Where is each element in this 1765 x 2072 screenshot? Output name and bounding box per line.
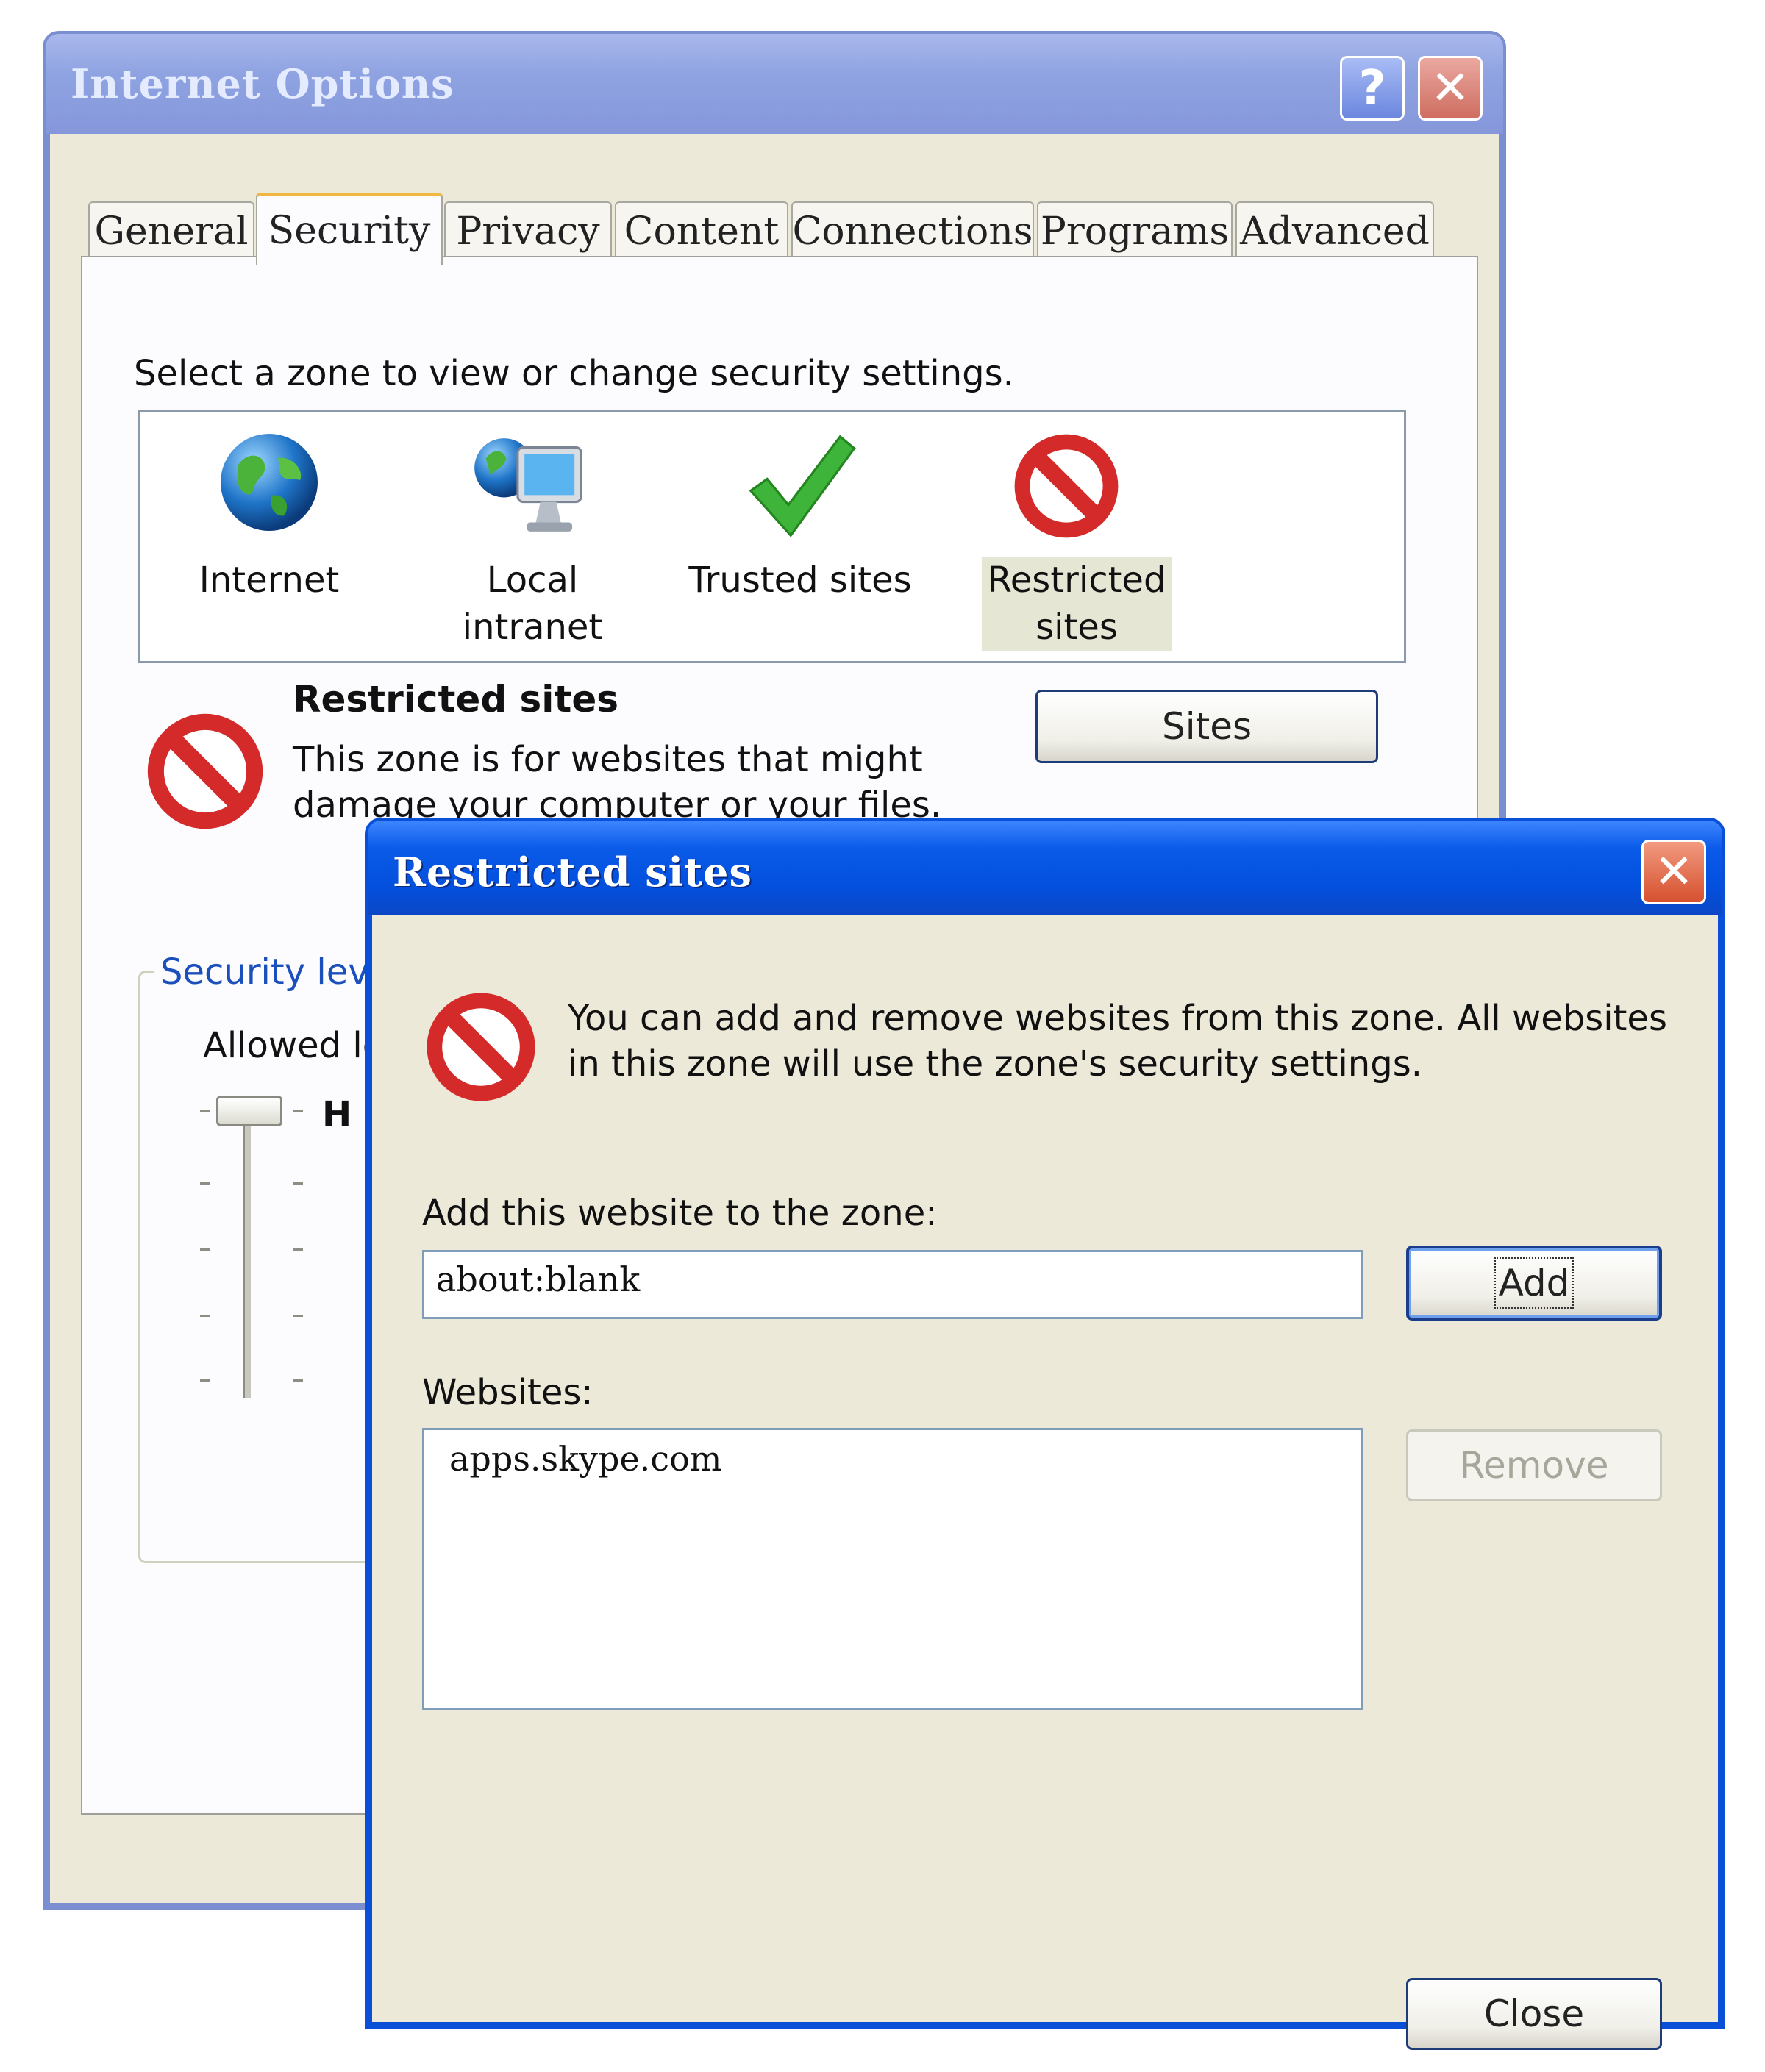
restricted-sites-dialog: Restricted sites ✕ You can add and remov… bbox=[365, 818, 1725, 2050]
no-entry-icon bbox=[147, 713, 263, 829]
tab-connections[interactable]: Connections bbox=[791, 201, 1034, 260]
tab-advanced[interactable]: Advanced bbox=[1236, 201, 1434, 260]
close-dialog-button[interactable]: Close bbox=[1406, 1978, 1662, 2050]
zone-label: Trusted sites bbox=[688, 560, 912, 601]
security-level-name: H bbox=[322, 1094, 352, 1135]
zone-prompt: Select a zone to view or change security… bbox=[134, 353, 1014, 394]
close-icon: ✕ bbox=[1430, 61, 1470, 115]
slider-tick bbox=[293, 1315, 303, 1317]
security-level-caption: Security lev bbox=[154, 951, 375, 993]
zone-list: Internet Local intranet Trusted sites Re… bbox=[138, 410, 1406, 663]
slider-tick bbox=[293, 1110, 303, 1112]
tab-programs[interactable]: Programs bbox=[1037, 201, 1233, 260]
add-button[interactable]: Add bbox=[1406, 1246, 1662, 1321]
no-entry-icon bbox=[1014, 434, 1119, 538]
zone-trusted-sites[interactable]: Trusted sites bbox=[679, 412, 921, 665]
zone-label: Internet bbox=[199, 560, 340, 601]
dialog-title: Restricted sites bbox=[393, 849, 752, 896]
help-icon: ? bbox=[1358, 61, 1386, 115]
selected-zone-description: This zone is for websites that might dam… bbox=[293, 739, 942, 826]
close-button-label: Close bbox=[1483, 1993, 1585, 2035]
zone-local-intranet[interactable]: Local intranet bbox=[411, 412, 654, 665]
allowed-levels-label: Allowed le bbox=[203, 1025, 385, 1066]
help-button[interactable]: ? bbox=[1340, 56, 1405, 121]
zone-restricted-sites[interactable]: Restricted sites bbox=[945, 412, 1188, 665]
remove-button[interactable]: Remove bbox=[1406, 1429, 1662, 1501]
globe-icon bbox=[221, 434, 318, 531]
dialog-title-bar[interactable]: Restricted sites ✕ bbox=[368, 821, 1722, 915]
security-slider-thumb[interactable] bbox=[216, 1096, 282, 1126]
slider-tick bbox=[200, 1110, 210, 1112]
close-button[interactable]: ✕ bbox=[1418, 56, 1483, 121]
sites-button-label: Sites bbox=[1161, 705, 1252, 748]
add-website-input[interactable]: about:blank bbox=[422, 1250, 1363, 1319]
intranet-computer-icon bbox=[474, 438, 582, 532]
no-entry-icon bbox=[427, 993, 535, 1101]
slider-tick bbox=[293, 1182, 303, 1185]
zone-internet[interactable]: Internet bbox=[148, 412, 391, 665]
websites-listbox[interactable]: apps.skype.com bbox=[422, 1428, 1363, 1710]
close-icon: ✕ bbox=[1654, 845, 1694, 899]
sites-button[interactable]: Sites bbox=[1035, 690, 1378, 763]
slider-tick bbox=[200, 1379, 210, 1382]
tab-security[interactable]: Security bbox=[256, 193, 443, 265]
list-item[interactable]: apps.skype.com bbox=[449, 1439, 721, 1479]
slider-tick bbox=[293, 1248, 303, 1251]
checkmark-icon bbox=[749, 435, 856, 537]
tab-content[interactable]: Content bbox=[615, 201, 788, 260]
slider-tick bbox=[293, 1379, 303, 1382]
zone-label: Local intranet bbox=[462, 560, 603, 648]
tab-privacy[interactable]: Privacy bbox=[444, 201, 612, 260]
add-button-label: Add bbox=[1494, 1257, 1575, 1309]
dialog-message: You can add and remove websites from thi… bbox=[568, 998, 1667, 1085]
security-slider-track[interactable] bbox=[243, 1104, 251, 1398]
selected-zone-title: Restricted sites bbox=[293, 678, 618, 721]
zone-label: Restricted sites bbox=[982, 557, 1172, 651]
slider-tick bbox=[200, 1315, 210, 1317]
slider-tick bbox=[200, 1248, 210, 1251]
title-bar[interactable]: Internet Options ? ✕ bbox=[46, 34, 1503, 134]
window-title: Internet Options bbox=[71, 60, 454, 107]
slider-tick bbox=[200, 1182, 210, 1185]
dialog-client: You can add and remove websites from thi… bbox=[372, 915, 1718, 2050]
dialog-close-button[interactable]: ✕ bbox=[1641, 840, 1706, 904]
add-website-label: Add this website to the zone: bbox=[422, 1193, 938, 1234]
remove-button-label: Remove bbox=[1459, 1444, 1609, 1487]
tab-general[interactable]: General bbox=[88, 201, 254, 260]
websites-label: Websites: bbox=[422, 1372, 593, 1413]
